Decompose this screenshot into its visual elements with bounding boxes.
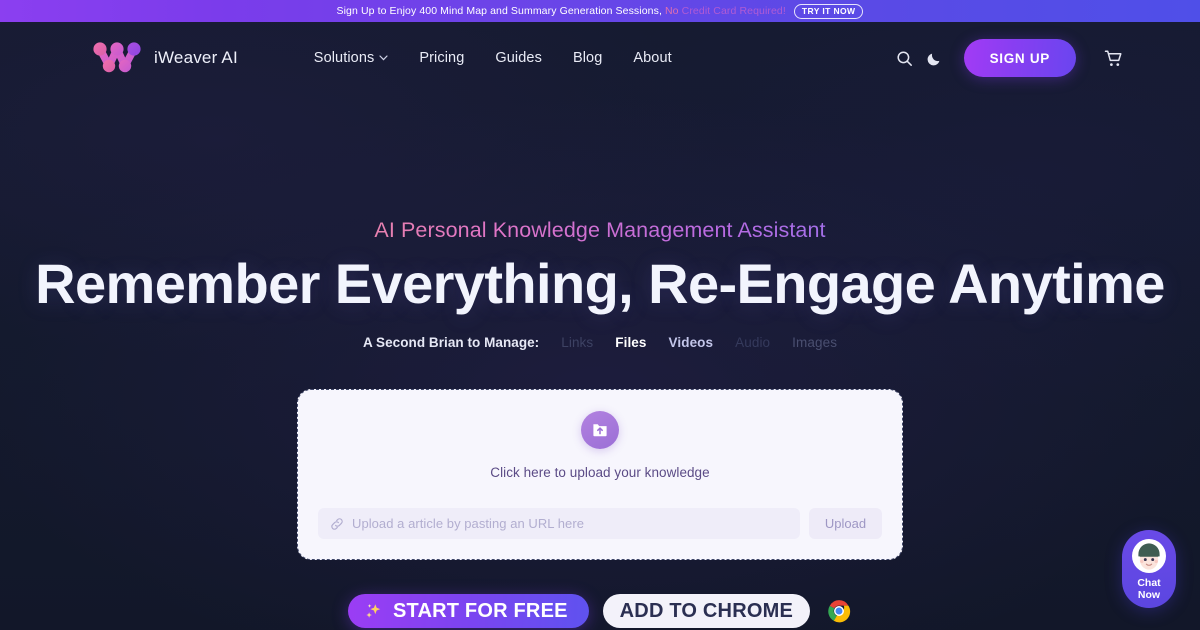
nav-item-guides[interactable]: Guides (495, 50, 542, 66)
brand-logo[interactable]: iWeaver AI (90, 38, 238, 78)
add-to-chrome-label: ADD TO CHROME (619, 599, 793, 622)
chevron-down-icon (379, 55, 388, 61)
chat-label-line2: Now (1137, 588, 1161, 601)
url-input[interactable]: Upload a article by pasting an URL here (318, 508, 800, 539)
nav-item-about[interactable]: About (633, 50, 671, 66)
brand-name-text: iWeaver AI (154, 48, 238, 67)
sparkle-icon (366, 603, 381, 618)
start-for-free-button[interactable]: START FOR FREE (348, 594, 589, 628)
url-input-placeholder: Upload a article by pasting an URL here (352, 516, 584, 531)
promo-banner[interactable]: Sign Up to Enjoy 400 Mind Map and Summar… (0, 0, 1200, 22)
moon-icon (927, 53, 940, 65)
chat-label-line1: Chat (1137, 577, 1161, 589)
search-icon (897, 50, 913, 66)
page-title: Remember Everything, Re-Engage Anytime (35, 252, 1165, 315)
upload-dropzone[interactable]: Click here to upload your knowledge Uplo… (297, 389, 903, 560)
nav-item-pricing[interactable]: Pricing (419, 50, 464, 66)
chat-now-widget[interactable]: Chat Now (1122, 530, 1176, 608)
promo-text-main: Sign Up to Enjoy 400 Mind Map and Summar… (336, 5, 662, 17)
file-upload-icon (593, 424, 607, 437)
nav-item-solutions[interactable]: Solutions (314, 50, 389, 66)
header-actions: SIGN UP (890, 39, 1128, 77)
hero-eyebrow: AI Personal Knowledge Management Assista… (0, 218, 1200, 243)
rotator-word-links: Links (561, 335, 594, 351)
main-navigation: Solutions Pricing Guides Blog About (314, 50, 672, 66)
hero-subline-label: A Second Brian to Manage: (362, 335, 540, 351)
iweaver-logo-icon (93, 42, 141, 73)
try-it-now-button[interactable]: TRY IT NOW (793, 3, 864, 19)
nav-item-blog[interactable]: Blog (573, 50, 602, 66)
add-to-chrome-button[interactable]: ADD TO CHROME (602, 594, 810, 628)
chrome-logo-icon (828, 600, 851, 623)
start-for-free-label: START FOR FREE (393, 599, 568, 622)
chat-now-label: Chat Now (1137, 577, 1161, 601)
media-type-rotator: Links Files Videos Audio Images (561, 335, 837, 350)
nav-label-guides: Guides (495, 50, 542, 66)
rotator-word-files: Files (615, 335, 647, 351)
hero-section: AI Personal Knowledge Management Assista… (0, 94, 1200, 350)
promo-banner-text: Sign Up to Enjoy 400 Mind Map and Summar… (337, 5, 786, 17)
cart-button[interactable] (1098, 43, 1128, 73)
shopping-cart-icon (1104, 49, 1122, 66)
nav-label-blog: Blog (572, 50, 603, 66)
upload-caption: Click here to upload your knowledge (490, 465, 710, 480)
sign-up-button[interactable]: SIGN UP (963, 39, 1076, 77)
nav-label-solutions: Solutions (313, 50, 375, 66)
promo-text-accent: No (665, 5, 679, 17)
rotator-word-videos: Videos (668, 335, 714, 351)
theme-toggle-button[interactable] (920, 43, 950, 73)
support-agent-avatar (1132, 539, 1166, 573)
promo-text-accent2: Credit Card Required! (681, 5, 786, 17)
upload-submit-button[interactable]: Upload (809, 508, 882, 539)
rotator-word-images: Images (792, 335, 838, 351)
page-root: Sign Up to Enjoy 400 Mind Map and Summar… (0, 0, 1200, 630)
hero-subline: A Second Brian to Manage: Links Files Vi… (0, 335, 1200, 350)
link-icon (331, 517, 343, 530)
site-header: iWeaver AI Solutions Pricing Guides Blog… (0, 22, 1200, 94)
nav-label-pricing: Pricing (419, 50, 465, 66)
nav-label-about: About (633, 50, 672, 66)
rotator-word-audio: Audio (735, 335, 771, 351)
url-upload-row: Upload a article by pasting an URL here … (318, 508, 882, 539)
cta-button-row: START FOR FREE ADD TO CHROME (0, 594, 1200, 628)
search-button[interactable] (890, 43, 920, 73)
upload-icon-circle (581, 411, 619, 449)
